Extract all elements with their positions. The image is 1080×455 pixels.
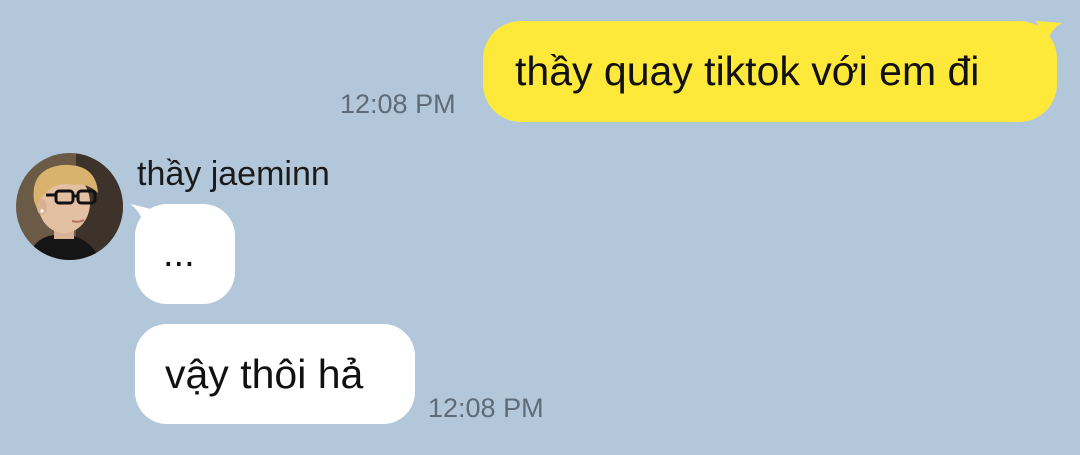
outgoing-message-time: 12:08 PM: [340, 89, 456, 119]
sender-name: thầy jaeminn: [137, 155, 330, 193]
outgoing-message-bubble[interactable]: thầy quay tiktok với em đi: [483, 21, 1057, 122]
sender-avatar[interactable]: [16, 153, 123, 260]
incoming-message-bubble[interactable]: ...: [135, 204, 235, 304]
incoming-message-bubble[interactable]: vậy thôi hả: [135, 324, 415, 424]
outgoing-message-text: thầy quay tiktok với em đi: [515, 48, 980, 94]
incoming-message-text: ...: [163, 232, 195, 275]
chat-message-area[interactable]: thầy quay tiktok với em đi 12:08 PM thầy…: [0, 0, 1080, 455]
incoming-message-time: 12:08 PM: [428, 393, 544, 423]
profile-avatar-icon: [16, 153, 123, 260]
incoming-message-text: vậy thôi hả: [165, 350, 364, 397]
